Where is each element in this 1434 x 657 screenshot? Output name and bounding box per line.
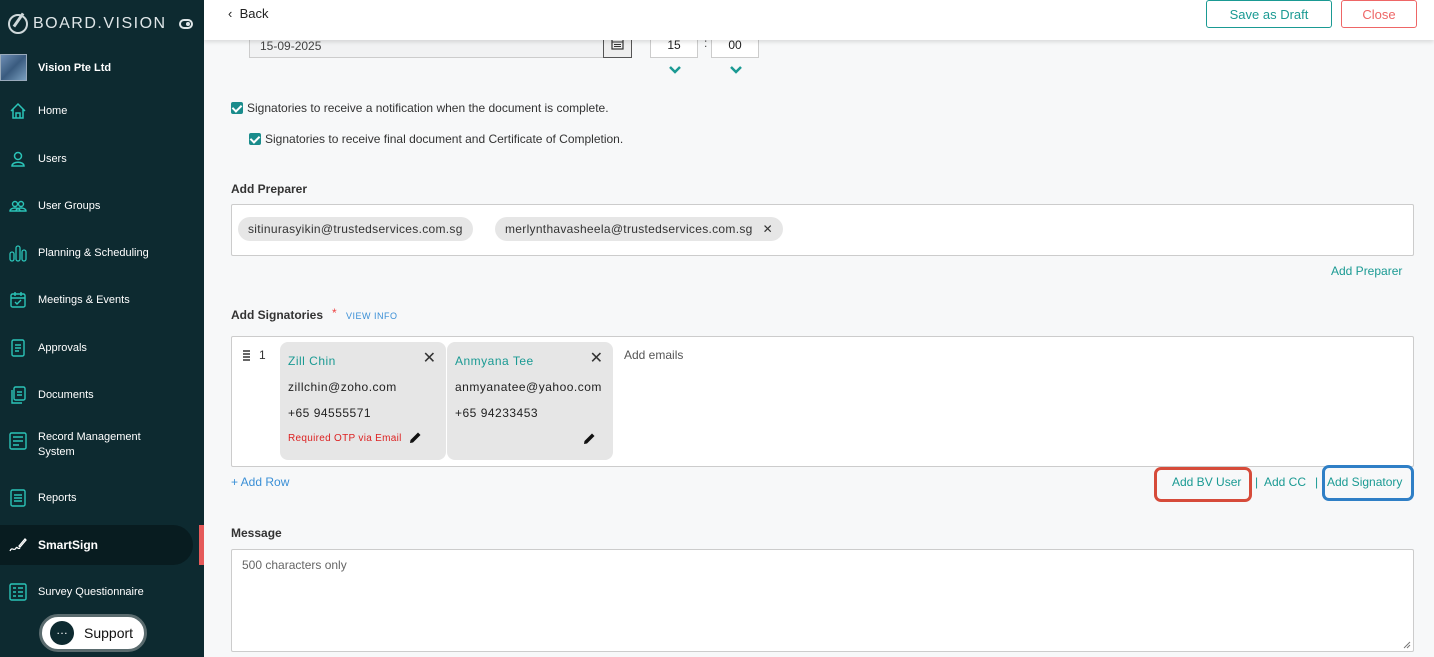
sidebar-toggle-icon[interactable] <box>179 19 193 29</box>
sidebar-item-label: Planning & Scheduling <box>38 246 149 259</box>
calendar-icon <box>10 292 26 308</box>
remove-signatory-icon[interactable]: ✕ <box>423 348 436 368</box>
documents-icon <box>11 386 26 404</box>
signatory-phone: +65 94555571 <box>288 406 372 420</box>
minute-decrement-chevron-icon[interactable] <box>730 66 742 74</box>
final-document-checkbox[interactable] <box>249 133 261 145</box>
signature-icon <box>9 538 27 552</box>
signatory-email: zillchin@zoho.com <box>288 380 397 394</box>
edit-pencil-icon[interactable] <box>409 431 422 444</box>
signatory-phone: +65 94233453 <box>455 406 539 420</box>
save-as-draft-button[interactable]: Save as Draft <box>1206 0 1332 28</box>
sidebar: BOARD.VISION Vision Pte Ltd Home Users U… <box>0 0 204 657</box>
sidebar-item-label: User Groups <box>38 199 101 212</box>
sidebar-item-reports[interactable]: Reports <box>0 488 204 508</box>
sidebar-item-planning[interactable]: Planning & Scheduling <box>0 243 204 263</box>
sidebar-item-label: SmartSign <box>38 537 99 552</box>
add-signatory-link[interactable]: Add Signatory <box>1327 475 1402 489</box>
main-content: 15-09-2025 15 : 00 Signatories to receiv… <box>204 0 1434 657</box>
survey-icon <box>9 583 27 601</box>
add-row-link[interactable]: + Add Row <box>231 475 289 489</box>
report-icon <box>10 489 26 507</box>
signatory-email: anmyanatee@yahoo.com <box>455 380 602 394</box>
org-name: Vision Pte Ltd <box>38 61 112 74</box>
record-icon <box>9 432 27 450</box>
sidebar-item-label: Home <box>38 104 68 117</box>
remove-chip-icon[interactable]: ✕ <box>763 222 773 236</box>
add-emails-input[interactable]: Add emails <box>624 348 683 362</box>
signatories-title: Add Signatories <box>231 308 324 322</box>
sidebar-item-label: Survey Questionnaire <box>38 585 144 598</box>
sidebar-item-label: Documents <box>38 388 94 401</box>
chevron-left-icon: ‹ <box>228 6 233 21</box>
row-number: 1 <box>259 348 266 362</box>
user-icon <box>11 151 25 167</box>
signatories-row: 1 Zill Chin ✕ zillchin@zoho.com +65 9455… <box>231 336 1414 467</box>
bar-chart-icon <box>9 245 27 262</box>
link-separator: | <box>1255 475 1259 489</box>
signatory-card[interactable]: Zill Chin ✕ zillchin@zoho.com +65 945555… <box>280 342 446 460</box>
sidebar-item-smartsign[interactable]: SmartSign <box>0 525 193 565</box>
brand-name: BOARD.VISION <box>33 15 167 32</box>
sidebar-item-users[interactable]: Users <box>0 149 204 169</box>
sidebar-item-survey[interactable]: Survey Questionnaire <box>0 582 204 602</box>
message-placeholder: 500 characters only <box>242 558 347 572</box>
link-separator: | <box>1315 475 1319 489</box>
top-bar: ‹ Back Save as Draft Close <box>204 0 1434 40</box>
sidebar-item-label: Reports <box>38 491 77 504</box>
message-textarea[interactable]: 500 characters only <box>231 549 1414 652</box>
sidebar-item-label: Approvals <box>38 341 87 354</box>
close-button[interactable]: Close <box>1341 0 1417 28</box>
chat-icon <box>50 621 74 645</box>
sidebar-item-label: Users <box>38 152 67 165</box>
approval-doc-icon <box>11 339 25 357</box>
preparer-input[interactable]: sitinurasyikin@trustedservices.com.sg me… <box>231 204 1414 256</box>
add-preparer-link[interactable]: Add Preparer <box>1331 264 1402 278</box>
preparer-chip-email: sitinurasyikin@trustedservices.com.sg <box>248 222 463 236</box>
resize-handle-icon[interactable] <box>1403 641 1411 649</box>
home-icon <box>10 102 26 119</box>
sidebar-item-documents[interactable]: Documents <box>0 385 204 405</box>
notify-checkbox[interactable] <box>231 102 243 114</box>
support-button[interactable]: Support <box>39 614 147 652</box>
org-switcher[interactable]: Vision Pte Ltd <box>0 54 111 81</box>
back-link[interactable]: ‹ Back <box>228 6 268 21</box>
back-label: Back <box>239 6 269 21</box>
support-label: Support <box>84 625 134 641</box>
sidebar-item-user-groups[interactable]: User Groups <box>0 196 204 216</box>
otp-requirement: Required OTP via Email <box>288 433 402 444</box>
brand-logo[interactable]: BOARD.VISION <box>8 14 167 34</box>
org-avatar <box>0 54 27 81</box>
preparer-chip[interactable]: sitinurasyikin@trustedservices.com.sg <box>238 217 473 241</box>
sidebar-item-label: Meetings & Events <box>38 293 130 306</box>
drag-handle-icon[interactable] <box>242 349 252 363</box>
sidebar-item-approvals[interactable]: Approvals <box>0 338 204 358</box>
brand-logo-icon <box>8 14 28 34</box>
preparer-chip-email: merlynthavasheela@trustedservices.com.sg <box>505 222 753 236</box>
remove-signatory-icon[interactable]: ✕ <box>590 348 603 368</box>
signatory-name: Anmyana Tee <box>455 354 534 368</box>
signatory-name: Zill Chin <box>288 354 336 368</box>
view-info-link[interactable]: VIEW INFO <box>346 311 398 321</box>
user-group-icon <box>9 200 27 212</box>
preparer-chip[interactable]: merlynthavasheela@trustedservices.com.sg… <box>495 217 783 241</box>
final-document-label: Signatories to receive final document an… <box>265 132 624 146</box>
message-title: Message <box>231 526 282 540</box>
hour-decrement-chevron-icon[interactable] <box>669 66 681 74</box>
notify-label: Signatories to receive a notification wh… <box>247 101 609 115</box>
required-marker: * <box>332 306 337 320</box>
sidebar-item-label: Record Management System <box>38 431 141 458</box>
add-cc-link[interactable]: Add CC <box>1264 475 1306 489</box>
sidebar-item-record-management[interactable]: Record Management System <box>0 430 204 462</box>
edit-pencil-icon[interactable] <box>583 432 596 445</box>
sidebar-item-meetings[interactable]: Meetings & Events <box>0 290 204 310</box>
sidebar-item-home[interactable]: Home <box>0 101 204 121</box>
add-bv-user-link[interactable]: Add BV User <box>1172 475 1241 489</box>
signatory-card[interactable]: Anmyana Tee ✕ anmyanatee@yahoo.com +65 9… <box>447 342 613 460</box>
preparer-title: Add Preparer <box>231 182 308 196</box>
